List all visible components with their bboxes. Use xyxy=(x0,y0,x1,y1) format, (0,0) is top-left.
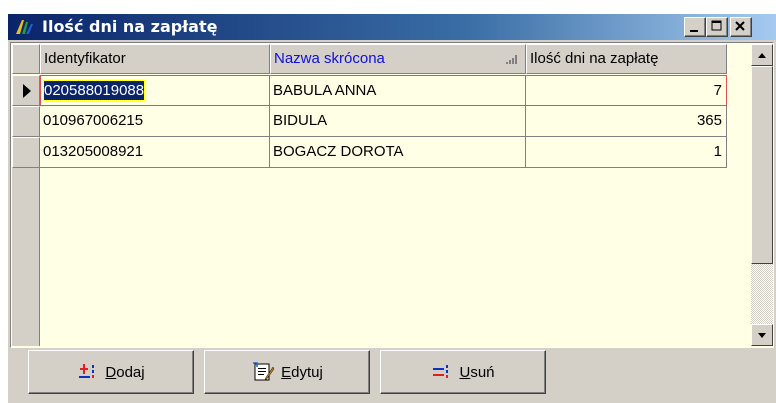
maximize-icon xyxy=(711,20,722,31)
delete-button[interactable]: Usuń xyxy=(380,350,546,394)
cell-payment-days[interactable]: 7 xyxy=(526,75,727,106)
cell-short-name[interactable]: BIDULA xyxy=(270,106,526,137)
edit-button-accel: E xyxy=(281,363,292,381)
cell-identifier[interactable]: 020588019088 xyxy=(40,75,270,106)
row-indicator[interactable] xyxy=(12,106,40,137)
edit-record-icon xyxy=(253,362,275,381)
cell-short-name[interactable]: BABULA ANNA xyxy=(270,75,526,106)
table-row[interactable]: 013205008921 BOGACZ DOROTA 1 xyxy=(40,137,728,168)
data-grid[interactable]: Identyfikator Nazwa skrócona Ilość dni n… xyxy=(10,42,774,348)
row-indicator-column xyxy=(12,168,40,346)
row-indicator[interactable] xyxy=(12,137,40,168)
column-header-short-name[interactable]: Nazwa skrócona xyxy=(270,44,526,74)
add-button[interactable]: Dodaj xyxy=(28,350,194,394)
scroll-up-button[interactable] xyxy=(751,44,773,66)
scroll-up-icon xyxy=(758,53,766,58)
cell-identifier-value: 020588019088 xyxy=(42,80,146,101)
grid-corner xyxy=(12,44,40,74)
vertical-scrollbar[interactable] xyxy=(751,44,773,346)
minimize-icon xyxy=(690,30,698,32)
minimize-button[interactable] xyxy=(684,17,706,37)
maximize-button[interactable] xyxy=(706,17,728,37)
delete-button-accel: U xyxy=(459,363,471,381)
cell-identifier[interactable]: 010967006215 xyxy=(40,106,270,137)
delete-record-icon xyxy=(433,365,449,378)
add-button-label: odaj xyxy=(116,363,145,381)
sort-icon xyxy=(506,55,517,64)
add-button-accel: D xyxy=(105,363,117,381)
cell-short-name[interactable]: BOGACZ DOROTA xyxy=(270,137,526,168)
edit-button[interactable]: Edytuj xyxy=(204,350,370,394)
add-record-icon xyxy=(79,364,95,378)
cell-payment-days[interactable]: 1 xyxy=(526,137,727,168)
close-icon xyxy=(735,21,745,31)
app-icon xyxy=(16,20,33,34)
title-bar[interactable]: Ilość dni na zapłatę xyxy=(8,14,776,40)
table-row[interactable]: 020588019088 BABULA ANNA 7 xyxy=(40,75,728,106)
cell-identifier[interactable]: 013205008921 xyxy=(40,137,270,168)
row-indicator[interactable] xyxy=(12,75,40,106)
scroll-down-icon xyxy=(758,333,766,338)
delete-button-label: suń xyxy=(470,363,495,381)
column-header-identifier[interactable]: Identyfikator xyxy=(40,44,270,74)
scroll-down-button[interactable] xyxy=(751,324,773,346)
column-header-short-name-label: Nazwa skrócona xyxy=(274,50,385,67)
current-row-arrow-icon xyxy=(23,84,31,98)
dialog-window: Ilość dni na zapłatę Identyfikator Nazwa… xyxy=(8,14,776,403)
column-header-payment-days[interactable]: Ilość dni na zapłatę xyxy=(526,44,727,74)
scrollbar-thumb[interactable] xyxy=(751,66,773,264)
close-button[interactable] xyxy=(730,17,752,37)
cell-payment-days[interactable]: 365 xyxy=(526,106,727,137)
edit-button-label: dytuj xyxy=(291,363,323,381)
window-title: Ilość dni na zapłatę xyxy=(42,17,218,36)
table-row[interactable]: 010967006215 BIDULA 365 xyxy=(40,106,728,137)
